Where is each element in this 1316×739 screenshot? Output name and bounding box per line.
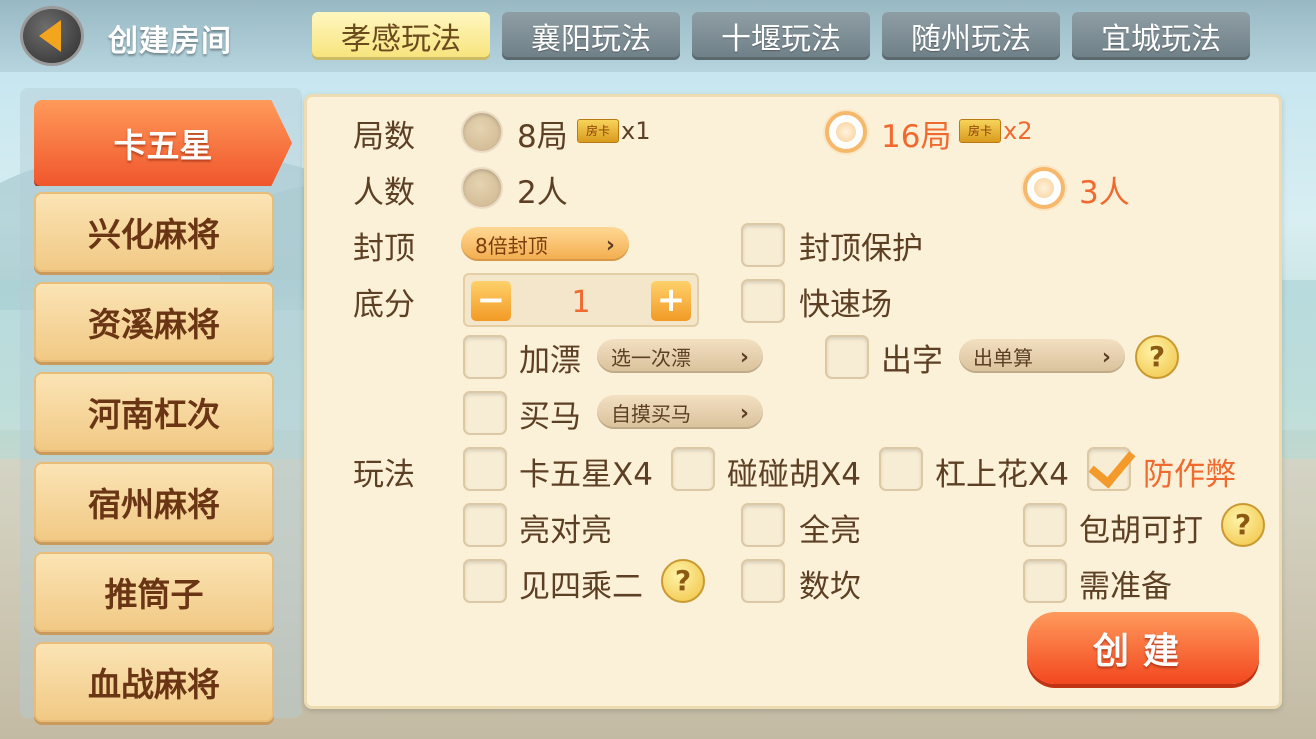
rule-shukan-text: 数坎 <box>799 569 861 605</box>
rule-quanliang-text: 全亮 <box>799 513 861 549</box>
rounds-8-radio[interactable] <box>461 111 503 153</box>
sidebar-item-tuitongzi[interactable]: 推筒子 <box>34 552 274 632</box>
rule-pengpenghu-checkbox[interactable] <box>671 447 715 491</box>
back-arrow-icon <box>39 20 61 52</box>
chuzi-checkbox[interactable] <box>825 335 869 379</box>
rule-anticheat-text: 防作弊 <box>1143 457 1236 493</box>
rule-pengpenghu-text: 碰碰胡X4 <box>727 457 861 493</box>
rule-jiansichenger-text: 见四乘二 <box>519 569 643 605</box>
top-bar: 创建房间 孝感玩法 襄阳玩法 十堰玩法 随州玩法 宜城玩法 <box>0 0 1316 72</box>
rule-liangduiliang-text: 亮对亮 <box>519 513 612 549</box>
rounds-label: 局数 <box>353 119 415 155</box>
cap-dropdown[interactable]: 8倍封顶 › <box>461 227 629 261</box>
sidebar-item-zixi[interactable]: 资溪麻将 <box>34 282 274 362</box>
rule-xuzhunbei-text: 需准备 <box>1079 569 1172 605</box>
base-score-label: 底分 <box>353 287 415 323</box>
sidebar-item-suzhou[interactable]: 宿州麻将 <box>34 462 274 542</box>
piao-text: 加漂 <box>519 343 581 379</box>
rule-baohukeda-checkbox[interactable] <box>1023 503 1067 547</box>
jiansi-help-icon[interactable]: ? <box>661 559 705 603</box>
cap-dropdown-value: 8倍封顶 <box>475 233 548 258</box>
maima-dropdown[interactable]: 自摸买马 › <box>597 395 763 429</box>
increment-button[interactable]: + <box>651 281 691 321</box>
page-title: 创建房间 <box>108 24 232 59</box>
rule-gangshanghua-checkbox[interactable] <box>879 447 923 491</box>
players-3-text: 3人 <box>1079 175 1130 211</box>
chuzi-text: 出字 <box>881 343 943 379</box>
rule-gangshanghua-text: 杠上花X4 <box>935 457 1069 493</box>
rules-label: 玩法 <box>353 457 415 493</box>
room-card-icon: 房卡 <box>577 119 619 143</box>
baohu-help-icon[interactable]: ? <box>1221 503 1265 547</box>
fast-mode-checkbox[interactable] <box>741 279 785 323</box>
rounds-16-text: 16局 <box>881 119 952 155</box>
rule-jiansichenger-checkbox[interactable] <box>463 559 507 603</box>
chuzi-dropdown-value: 出单算 <box>973 345 1033 370</box>
sidebar-item-kawuxing[interactable]: 卡五星 <box>34 100 292 186</box>
rounds-8-text: 8局 <box>517 119 568 155</box>
room-settings-panel: 局数 8局 房卡 x1 16局 房卡 x2 人数 2人 3人 封顶 8倍封顶 ›… <box>304 94 1282 709</box>
chevron-right-icon: › <box>605 233 615 258</box>
rule-baohukeda-text: 包胡可打 <box>1079 513 1203 549</box>
rule-shukan-checkbox[interactable] <box>741 559 785 603</box>
back-button[interactable] <box>20 6 84 66</box>
players-label: 人数 <box>353 175 415 211</box>
rule-kawuxing-checkbox[interactable] <box>463 447 507 491</box>
base-score-stepper: − 1 + <box>463 273 699 327</box>
chuzi-dropdown[interactable]: 出单算 › <box>959 339 1125 373</box>
tab-suizhou[interactable]: 随州玩法 <box>882 12 1060 60</box>
sidebar-item-xinghua[interactable]: 兴化麻将 <box>34 192 274 272</box>
sidebar-item-xuezhan[interactable]: 血战麻将 <box>34 642 274 722</box>
maima-text: 买马 <box>519 399 581 435</box>
chevron-right-icon: › <box>1101 345 1111 370</box>
piao-checkbox[interactable] <box>463 335 507 379</box>
maima-checkbox[interactable] <box>463 391 507 435</box>
tab-yicheng[interactable]: 宜城玩法 <box>1072 12 1250 60</box>
piao-dropdown-value: 选一次漂 <box>611 345 691 370</box>
players-2-text: 2人 <box>517 175 568 211</box>
rule-anticheat-checkbox[interactable] <box>1087 447 1131 491</box>
chevron-right-icon: › <box>739 401 749 426</box>
rule-kawuxing-text: 卡五星X4 <box>519 457 653 493</box>
piao-dropdown[interactable]: 选一次漂 › <box>597 339 763 373</box>
rounds-16-radio[interactable] <box>825 111 867 153</box>
rule-liangduiliang-checkbox[interactable] <box>463 503 507 547</box>
chuzi-help-icon[interactable]: ? <box>1135 335 1179 379</box>
fast-mode-text: 快速场 <box>799 287 892 323</box>
sidebar-item-henan-gangci[interactable]: 河南杠次 <box>34 372 274 452</box>
rule-xuzhunbei-checkbox[interactable] <box>1023 559 1067 603</box>
game-type-sidebar: 卡五星 兴化麻将 资溪麻将 河南杠次 宿州麻将 推筒子 血战麻将 <box>20 82 302 722</box>
players-3-radio[interactable] <box>1023 167 1065 209</box>
rounds-8-multiplier: x1 <box>621 117 651 145</box>
cap-label: 封顶 <box>353 231 415 267</box>
cap-protect-checkbox[interactable] <box>741 223 785 267</box>
tab-xiaogan[interactable]: 孝感玩法 <box>312 12 490 60</box>
players-2-radio[interactable] <box>461 167 503 209</box>
rounds-16-multiplier: x2 <box>1003 117 1033 145</box>
chevron-right-icon: › <box>739 345 749 370</box>
cap-protect-text: 封顶保护 <box>799 231 923 267</box>
maima-dropdown-value: 自摸买马 <box>611 401 691 426</box>
room-card-icon: 房卡 <box>959 119 1001 143</box>
create-room-button[interactable]: 创建 <box>1027 612 1259 684</box>
rule-quanliang-checkbox[interactable] <box>741 503 785 547</box>
tab-xiangyang[interactable]: 襄阳玩法 <box>502 12 680 60</box>
tab-shiyan[interactable]: 十堰玩法 <box>692 12 870 60</box>
